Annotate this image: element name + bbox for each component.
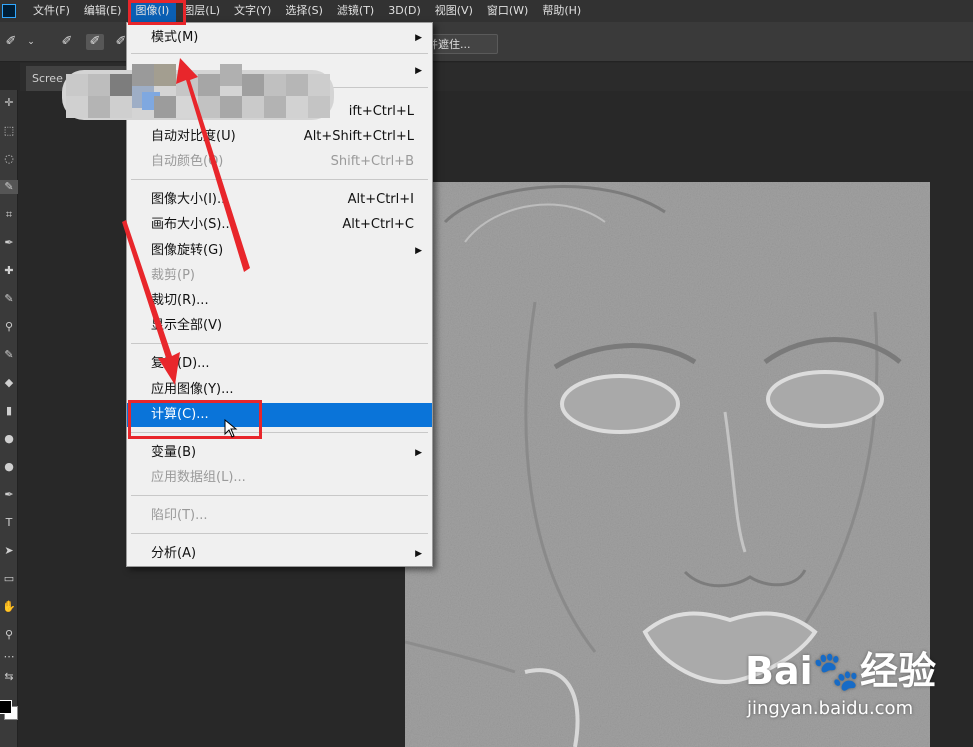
menu-item-crop: 裁剪(P)	[127, 264, 432, 288]
pen-tool-icon[interactable]: ✒	[0, 488, 18, 502]
menu-item-trim[interactable]: 裁切(R)...	[127, 289, 432, 313]
menu-item-apply-data-set: 应用数据组(L)...	[127, 466, 432, 490]
menu-item-label: 分析(A)	[151, 546, 197, 561]
menu-item-label: 应用数据组(L)...	[151, 470, 246, 485]
photoshop-logo-icon	[2, 4, 16, 18]
eraser-tool-icon[interactable]: ◆	[0, 376, 18, 390]
chevron-down-icon[interactable]: ⌄	[22, 34, 40, 50]
menu-item-label: 图像旋转(G)	[151, 243, 224, 258]
gradient-tool-icon[interactable]: ▮	[0, 404, 18, 418]
history-brush-tool-icon[interactable]: ✎	[0, 348, 18, 362]
menu-view[interactable]: 视图(V)	[428, 0, 480, 22]
toolbox: ✛ ⬚ ◌ ✎ ⌗ ✒ ✚ ✎ ⚲ ✎ ◆ ▮ ● ● ✒ T ➤ ▭ ✋ ⚲ …	[0, 90, 18, 747]
submenu-arrow-icon: ▶	[415, 33, 422, 43]
quick-selection-tool-icon[interactable]: ✎	[0, 180, 18, 194]
watermark-url: jingyan.baidu.com	[747, 698, 914, 719]
move-tool-icon[interactable]: ✛	[0, 96, 18, 110]
menu-item-apply-image[interactable]: 应用图像(Y)...	[127, 378, 432, 402]
menu-item-label: 自动颜色(O)	[151, 154, 224, 169]
menu-file[interactable]: 文件(F)	[26, 0, 77, 22]
menu-separator	[131, 495, 428, 496]
menu-type[interactable]: 文字(Y)	[227, 0, 278, 22]
healing-brush-tool-icon[interactable]: ✚	[0, 264, 18, 278]
menu-item-label: 画布大小(S)...	[151, 217, 234, 232]
clone-stamp-tool-icon[interactable]: ⚲	[0, 320, 18, 334]
new-selection-brush-icon[interactable]: ✐	[58, 34, 76, 50]
menu-3d[interactable]: 3D(D)	[381, 0, 428, 22]
menu-select[interactable]: 选择(S)	[278, 0, 330, 22]
menu-separator	[131, 533, 428, 534]
crop-tool-icon[interactable]: ⌗	[0, 208, 18, 222]
menu-help[interactable]: 帮助(H)	[535, 0, 588, 22]
menu-item-duplicate[interactable]: 复制(D)...	[127, 352, 432, 376]
menu-item-label: 变量(B)	[151, 445, 197, 460]
menu-window[interactable]: 窗口(W)	[480, 0, 535, 22]
menu-item-label: 裁剪(P)	[151, 268, 195, 283]
more-tools-icon[interactable]: ⋯	[0, 650, 18, 664]
brush-tool-icon[interactable]: ✎	[0, 292, 18, 306]
menu-item-trap: 陷印(T)...	[127, 504, 432, 528]
foreground-color-swatch[interactable]	[0, 700, 12, 714]
blur-tool-icon[interactable]: ●	[0, 432, 18, 446]
menu-item-mode[interactable]: 模式(M) ▶	[127, 26, 432, 50]
menu-item-canvas-size[interactable]: 画布大小(S)... Alt+Ctrl+C	[127, 213, 432, 237]
rectangle-tool-icon[interactable]: ▭	[0, 572, 18, 586]
add-to-selection-brush-icon[interactable]: ✐	[86, 34, 104, 50]
menu-filter[interactable]: 滤镜(T)	[330, 0, 381, 22]
menu-item-label: 应用图像(Y)...	[151, 382, 234, 397]
menu-item-shortcut: ift+Ctrl+L	[348, 104, 414, 119]
type-tool-icon[interactable]: T	[0, 516, 18, 530]
menu-item-image-size[interactable]: 图像大小(I)... Alt+Ctrl+I	[127, 188, 432, 212]
baidu-jingyan-logo: Bai🐾经验	[745, 649, 936, 693]
menu-item-shortcut: Alt+Shift+Ctrl+L	[303, 129, 414, 144]
menu-item-label: 显示全部(V)	[151, 318, 223, 333]
eyedropper-tool-icon[interactable]: ✒	[0, 236, 18, 250]
lasso-tool-icon[interactable]: ◌	[0, 152, 18, 166]
baidu-jingyan-watermark: Bai🐾经验 jingyan.baidu.com	[745, 640, 965, 725]
menu-separator	[131, 343, 428, 344]
menu-item-shortcut: Alt+Ctrl+I	[347, 192, 414, 207]
menu-item-label: 图像大小(I)...	[151, 192, 230, 207]
menu-item-auto-color: 自动颜色(O) Shift+Ctrl+B	[127, 150, 432, 174]
menu-item-shortcut: Shift+Ctrl+B	[330, 154, 414, 169]
swap-colors-icon[interactable]: ⇆	[0, 670, 18, 684]
menu-edit[interactable]: 编辑(E)	[77, 0, 129, 22]
mouse-cursor-icon	[224, 419, 238, 438]
menu-item-label: 自动对比度(U)	[151, 129, 236, 144]
submenu-arrow-icon: ▶	[415, 549, 422, 559]
menu-item-analysis[interactable]: 分析(A) ▶	[127, 542, 432, 566]
marquee-tool-icon[interactable]: ⬚	[0, 124, 18, 138]
menu-item-label: 模式(M)	[151, 30, 199, 45]
menu-item-label: 复制(D)...	[151, 356, 210, 371]
menu-item-variables[interactable]: 变量(B) ▶	[127, 441, 432, 465]
dodge-tool-icon[interactable]: ●	[0, 460, 18, 474]
annotation-box-calculations	[128, 400, 262, 439]
menu-item-auto-contrast[interactable]: 自动对比度(U) Alt+Shift+Ctrl+L	[127, 125, 432, 149]
path-selection-tool-icon[interactable]: ➤	[0, 544, 18, 558]
pixelated-redaction	[62, 64, 334, 120]
menu-item-label: 陷印(T)...	[151, 508, 208, 523]
menu-separator	[131, 179, 428, 180]
hand-tool-icon[interactable]: ✋	[0, 600, 18, 614]
submenu-arrow-icon: ▶	[415, 448, 422, 458]
menu-item-shortcut: Alt+Ctrl+C	[342, 217, 414, 232]
annotation-box-image-menu	[128, 0, 186, 25]
menu-item-image-rotation[interactable]: 图像旋转(G) ▶	[127, 239, 432, 263]
menu-separator	[131, 53, 428, 54]
submenu-arrow-icon: ▶	[415, 66, 422, 76]
menu-item-label: 裁切(R)...	[151, 293, 209, 308]
menu-item-reveal-all[interactable]: 显示全部(V)	[127, 314, 432, 338]
zoom-tool-icon[interactable]: ⚲	[0, 628, 18, 642]
submenu-arrow-icon: ▶	[415, 246, 422, 256]
quick-selection-preset-icon[interactable]: ✐	[2, 34, 20, 50]
